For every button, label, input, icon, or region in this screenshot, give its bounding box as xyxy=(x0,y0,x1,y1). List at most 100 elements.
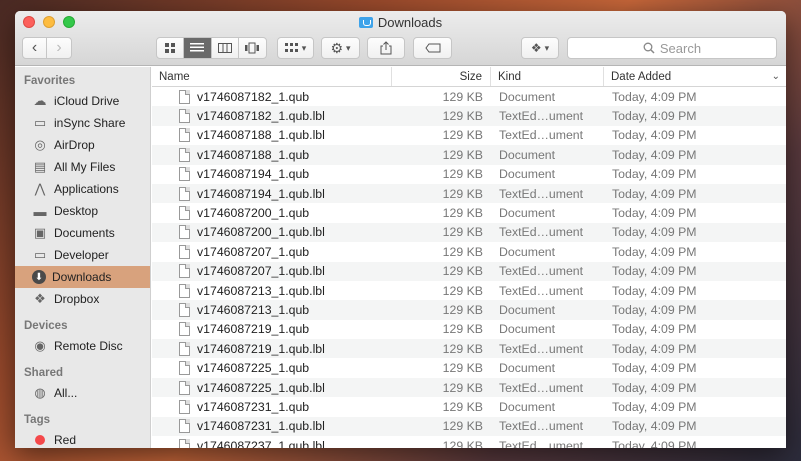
file-name: v1746087182_1.qub.lbl xyxy=(197,109,325,124)
file-size: 129 KB xyxy=(442,225,483,240)
file-size: 129 KB xyxy=(442,89,483,104)
file-row[interactable]: v1746087213_1.qub.lbl 129 KB TextEd…umen… xyxy=(152,281,786,300)
file-name: v1746087237_1.qub.lbl xyxy=(197,438,325,448)
search-field[interactable]: Search xyxy=(567,37,777,59)
forward-button[interactable]: › xyxy=(47,38,71,58)
chevron-left-icon: ‹ xyxy=(31,39,38,56)
sidebar-item-label: Red xyxy=(54,433,77,447)
file-date-added: Today, 4:09 PM xyxy=(612,225,697,240)
file-size: 129 KB xyxy=(442,147,483,162)
document-icon xyxy=(179,147,190,162)
window-title-text: Downloads xyxy=(377,15,443,30)
sidebar-item-downloads[interactable]: ⬇ Downloads xyxy=(15,266,150,288)
file-row[interactable]: v1746087219_1.qub.lbl 129 KB TextEd…umen… xyxy=(152,339,786,359)
file-name-cell: v1746087194_1.qub xyxy=(152,167,392,182)
size-column-header[interactable]: Size xyxy=(392,67,491,86)
file-row[interactable]: v1746087188_1.qub 129 KB Document Today,… xyxy=(152,145,786,165)
file-kind: TextEd…ument xyxy=(499,341,584,356)
window-title: Downloads xyxy=(15,15,786,30)
desktop-icon: ▬ xyxy=(33,203,47,219)
document-icon xyxy=(179,264,190,279)
sidebar-item-label: All My Files xyxy=(54,160,116,174)
downloads-icon: ⬇ xyxy=(32,270,46,284)
date-added-column-header[interactable]: Date Added ⌄ xyxy=(604,67,786,86)
list-view-button[interactable] xyxy=(184,38,212,58)
sidebar-item-dropbox[interactable]: ❖ Dropbox xyxy=(15,288,150,310)
chevron-down-icon: ▾ xyxy=(544,42,550,53)
sidebar-item-applications[interactable]: ⋀ Applications xyxy=(15,178,150,200)
sidebar-item-label: All... xyxy=(54,386,78,400)
document-icon xyxy=(179,128,190,143)
file-name: v1746087194_1.qub xyxy=(197,167,310,182)
document-icon xyxy=(179,438,190,448)
view-mode-group xyxy=(156,37,267,59)
file-row[interactable]: v1746087194_1.qub.lbl 129 KB TextEd…umen… xyxy=(152,183,786,204)
file-row[interactable]: v1746087219_1.qub 129 KB Document Today,… xyxy=(152,320,786,339)
file-row[interactable]: v1746087225_1.qub.lbl 129 KB TextEd…umen… xyxy=(152,377,786,398)
file-row[interactable]: v1746087231_1.qub 129 KB Document Today,… xyxy=(152,397,786,416)
document-icon xyxy=(179,244,190,259)
file-row[interactable]: v1746087225_1.qub 129 KB Document Today,… xyxy=(152,358,786,377)
title-bar: Downloads ‹ › ▾ ⚙ ▾ ❖ ▾ Search xyxy=(15,11,786,66)
document-icon xyxy=(179,341,190,356)
file-date-added: Today, 4:09 PM xyxy=(612,399,697,414)
file-name: v1746087225_1.qub.lbl xyxy=(197,380,325,395)
file-name-cell: v1746087225_1.qub.lbl xyxy=(152,380,392,395)
sidebar-item-remote-disc[interactable]: ◉ Remote Disc xyxy=(15,335,150,357)
icon-view-button[interactable] xyxy=(157,38,185,58)
file-row[interactable]: v1746087182_1.qub.lbl 129 KB TextEd…umen… xyxy=(152,106,786,126)
file-row[interactable]: v1746087200_1.qub 129 KB Document Today,… xyxy=(152,203,786,222)
red-tag-dot xyxy=(35,435,45,445)
file-row[interactable]: v1746087200_1.qub.lbl 129 KB TextEd…umen… xyxy=(152,222,786,243)
action-button[interactable]: ⚙ ▾ xyxy=(321,37,360,59)
file-size: 129 KB xyxy=(442,244,483,259)
sidebar-item-documents[interactable]: ▣ Documents xyxy=(15,222,150,244)
file-row[interactable]: v1746087207_1.qub.lbl 129 KB TextEd…umen… xyxy=(152,261,786,281)
name-column-header[interactable]: Name xyxy=(152,67,392,86)
file-name-cell: v1746087188_1.qub.lbl xyxy=(152,128,392,143)
file-name: v1746087200_1.qub.lbl xyxy=(197,225,325,240)
file-name-cell: v1746087213_1.qub xyxy=(152,302,392,317)
sidebar-item-all[interactable]: ◍ All... xyxy=(15,382,150,404)
file-row[interactable]: v1746087188_1.qub.lbl 129 KB TextEd…umen… xyxy=(152,126,786,145)
arrange-button[interactable]: ▾ xyxy=(277,37,314,59)
file-row[interactable]: v1746087237_1.qub.lbl 129 KB TextEd…umen… xyxy=(152,436,786,448)
column-view-icon xyxy=(217,43,232,53)
file-size: 129 KB xyxy=(442,264,483,279)
file-row[interactable]: v1746087194_1.qub 129 KB Document Today,… xyxy=(152,165,786,184)
sidebar-item-airdrop[interactable]: ◎ AirDrop xyxy=(15,134,150,156)
search-placeholder: Search xyxy=(659,40,702,56)
sidebar-item-all-my-files[interactable]: ▤ All My Files xyxy=(15,156,150,178)
file-name: v1746087231_1.qub xyxy=(197,399,310,414)
file-row[interactable]: v1746087213_1.qub 129 KB Document Today,… xyxy=(152,300,786,320)
sidebar-item-developer[interactable]: ▭ Developer xyxy=(15,244,150,266)
tag-icon xyxy=(424,43,440,53)
dropbox-button[interactable]: ❖ ▾ xyxy=(521,37,559,59)
cloud-icon: ☁ xyxy=(33,93,47,108)
edit-tags-button[interactable] xyxy=(413,37,452,59)
file-row[interactable]: v1746087182_1.qub 129 KB Document Today,… xyxy=(152,87,786,106)
file-name: v1746087213_1.qub.lbl xyxy=(197,283,325,298)
sidebar-item-label: Documents xyxy=(54,226,115,240)
kind-column-header[interactable]: Kind xyxy=(491,67,604,86)
file-size: 129 KB xyxy=(442,438,483,448)
sidebar-item-icloud-drive[interactable]: ☁ iCloud Drive xyxy=(15,90,150,112)
file-row[interactable]: v1746087231_1.qub.lbl 129 KB TextEd…umen… xyxy=(152,416,786,437)
file-row[interactable]: v1746087207_1.qub 129 KB Document Today,… xyxy=(152,242,786,261)
sidebar-item-desktop[interactable]: ▬ Desktop xyxy=(15,200,150,222)
share-icon xyxy=(380,41,392,55)
file-name-cell: v1746087188_1.qub xyxy=(152,147,392,162)
sidebar-section-heading: Favorites xyxy=(24,75,76,87)
dropbox-icon: ❖ xyxy=(530,41,542,55)
column-view-button[interactable] xyxy=(212,38,239,58)
cover-flow-button[interactable] xyxy=(239,38,266,58)
file-date-added: Today, 4:09 PM xyxy=(612,89,697,104)
downloads-folder-icon xyxy=(358,17,373,28)
sidebar-item-insync-share[interactable]: ▭ inSync Share xyxy=(15,112,150,134)
back-button[interactable]: ‹ xyxy=(23,38,48,58)
list-view-icon xyxy=(190,43,205,52)
file-size: 129 KB xyxy=(442,109,483,124)
share-button[interactable] xyxy=(367,37,405,59)
sidebar-item-red[interactable]: Red xyxy=(15,429,150,448)
file-kind: Document xyxy=(499,399,556,414)
